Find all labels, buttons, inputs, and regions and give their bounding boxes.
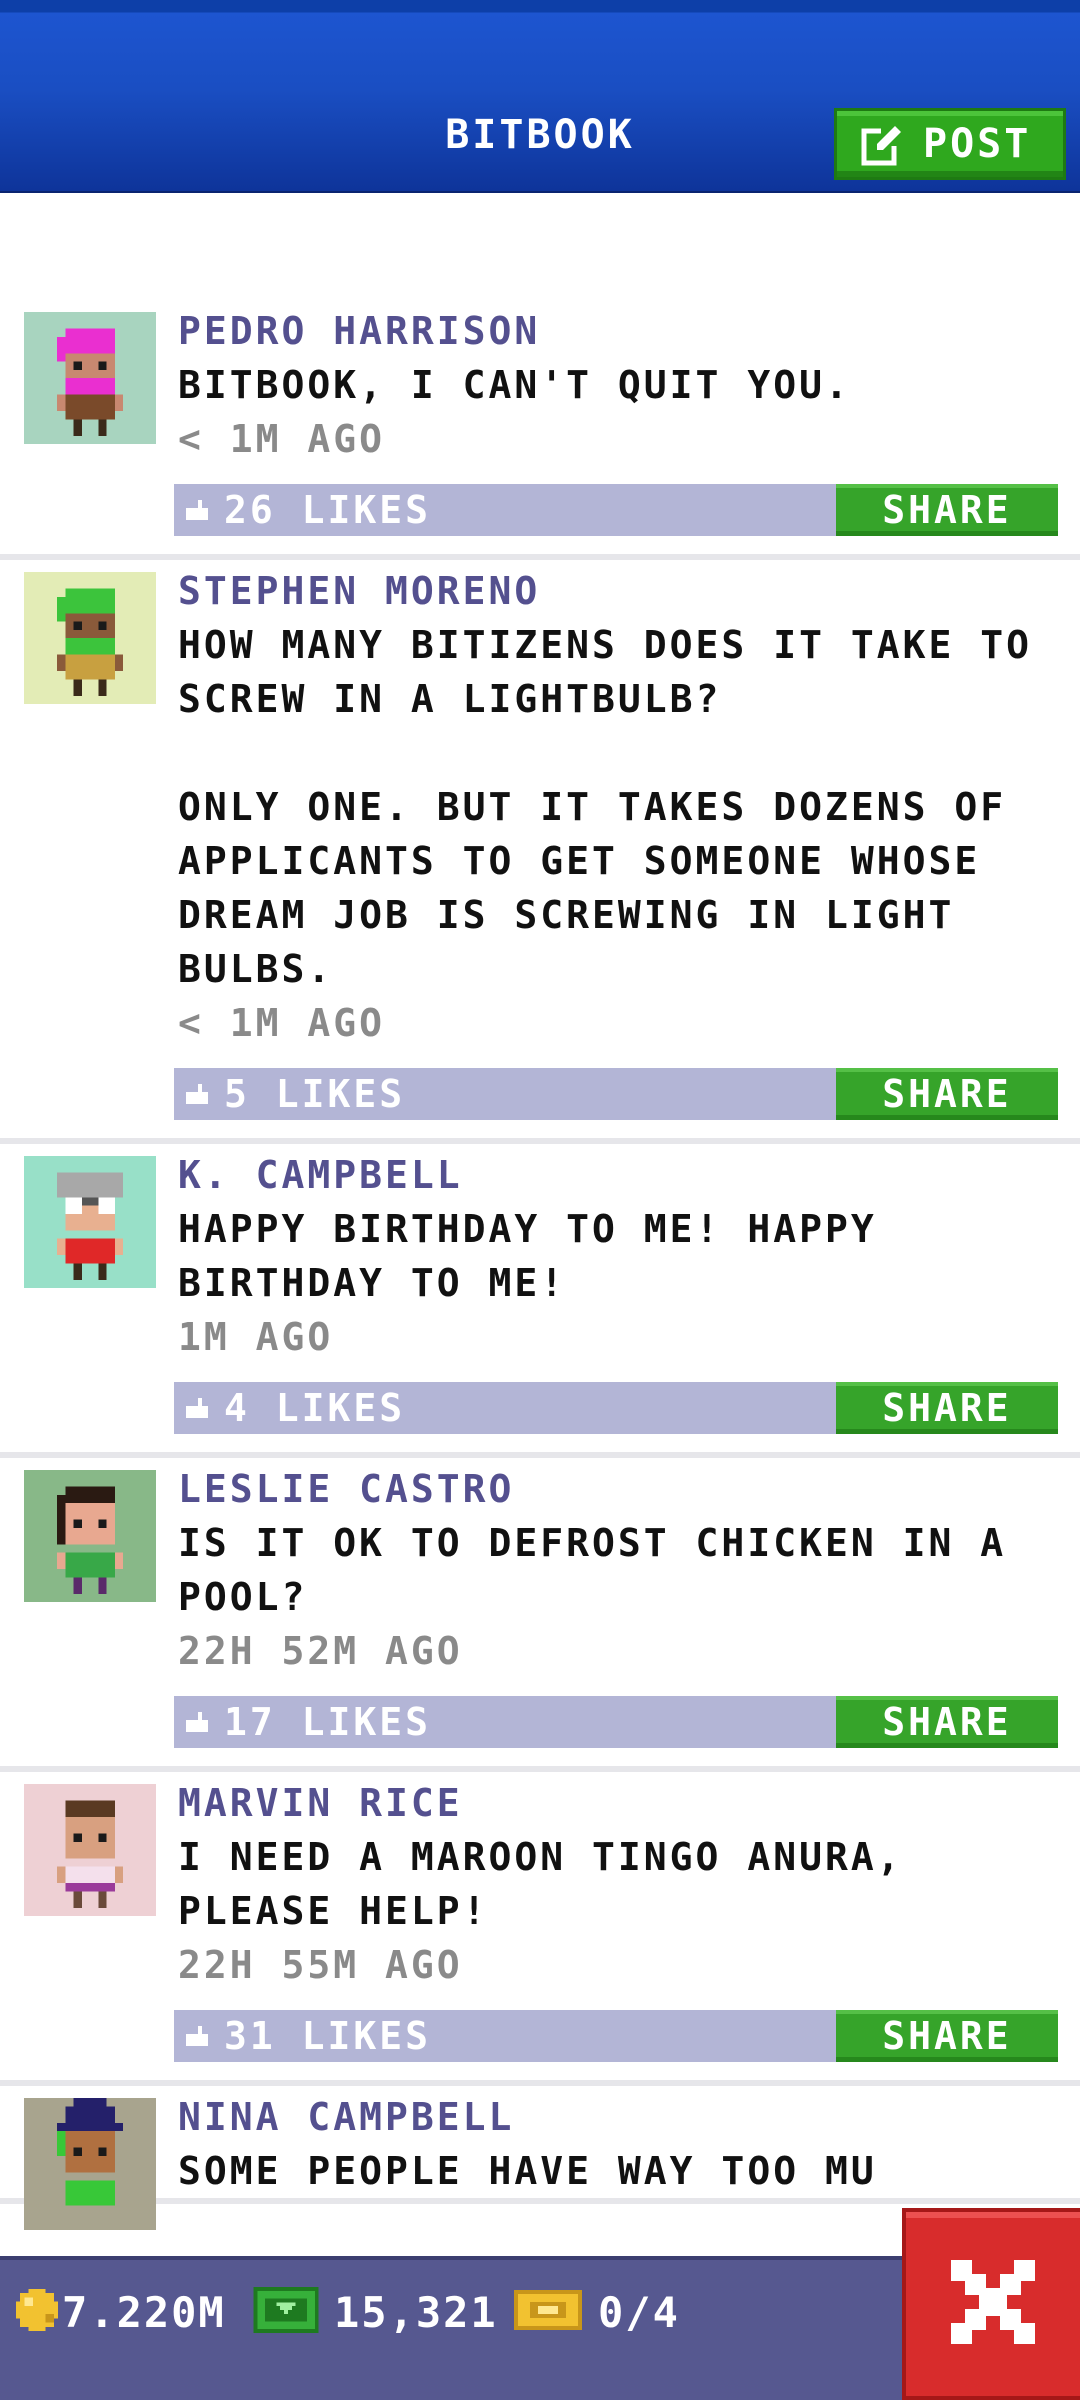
like-count: 17 LIKES [224,1700,432,1744]
post-content: PEDRO HARRISON BITBOOK, I CAN'T QUIT YOU… [174,300,1058,536]
share-button[interactable]: SHARE [836,1696,1058,1748]
share-button[interactable]: SHARE [836,2010,1058,2062]
tickets-value: 0/4 [598,2287,680,2337]
bux-value: 15,321 [334,2287,498,2337]
feed-post: MARVIN RICE I NEED A MAROON TINGO ANURA,… [0,1772,1080,2086]
feed-post: STEPHEN MORENO HOW MANY BITIZENS DOES IT… [0,560,1080,1144]
like-bar[interactable]: 26 LIKES SHARE [174,484,1058,536]
like-bar[interactable]: 4 LIKES SHARE [174,1382,1058,1434]
post-timestamp: 1M AGO [178,1315,334,1359]
share-button[interactable]: SHARE [836,1068,1058,1120]
thumbs-up-icon [184,1080,212,1108]
post-timestamp: < 1M AGO [178,417,386,461]
coins-value: 7.220M [62,2287,226,2337]
avatar[interactable] [24,2098,156,2230]
coin-icon [16,2289,58,2335]
like-bar[interactable]: 17 LIKES SHARE [174,1696,1058,1748]
like-bar[interactable]: 31 LIKES SHARE [174,2010,1058,2062]
post-message: SOME PEOPLE HAVE WAY TOO MU [178,2149,877,2193]
thumbs-up-icon [184,1708,212,1736]
feed-post: PEDRO HARRISON BITBOOK, I CAN'T QUIT YOU… [0,300,1080,560]
post-content: LESLIE CASTRO IS IT OK TO DEFROST CHICKE… [174,1458,1058,1748]
post-message: HOW MANY BITIZENS DOES IT TAKE TO SCREW … [178,623,1032,991]
tickets-stat: 0/4 [514,2282,680,2342]
post-author[interactable]: LESLIE CASTRO [178,1462,1058,1516]
post-message: IS IT OK TO DEFROST CHICKEN IN A POOL? [178,1521,1032,1619]
bux-icon [252,2287,320,2337]
avatar[interactable] [24,1156,156,1288]
coins-stat: 7.220M [16,2282,226,2342]
post-message: BITBOOK, I CAN'T QUIT YOU. [178,363,851,407]
share-button[interactable]: SHARE [836,1382,1058,1434]
post-message: HAPPY BIRTHDAY TO ME! HAPPY BIRTHDAY TO … [178,1207,903,1305]
post-content: NINA CAMPBELL SOME PEOPLE HAVE WAY TOO M… [178,2086,1058,2198]
feed-post: NINA CAMPBELL SOME PEOPLE HAVE WAY TOO M… [0,2086,1080,2230]
post-feed: PEDRO HARRISON BITBOOK, I CAN'T QUIT YOU… [0,300,1080,2230]
avatar[interactable] [24,312,156,444]
post-content: STEPHEN MORENO HOW MANY BITIZENS DOES IT… [174,560,1058,1120]
ticket-icon [514,2289,582,2335]
post-button-label: POST [923,121,1032,167]
post-content: MARVIN RICE I NEED A MAROON TINGO ANURA,… [174,1772,1058,2062]
like-bar[interactable]: 5 LIKES SHARE [174,1068,1058,1120]
post-timestamp: 22H 52M AGO [178,1629,463,1673]
feed-post: LESLIE CASTRO IS IT OK TO DEFROST CHICKE… [0,1458,1080,1772]
post-author[interactable]: MARVIN RICE [178,1776,1058,1830]
avatar[interactable] [24,1470,156,1602]
post-content: K. CAMPBELL HAPPY BIRTHDAY TO ME! HAPPY … [174,1144,1058,1434]
thumbs-up-icon [184,1394,212,1422]
post-timestamp: < 1M AGO [178,1001,386,1045]
bux-stat: 15,321 [252,2282,498,2342]
thumbs-up-icon [184,2022,212,2050]
close-button[interactable] [902,2208,1080,2400]
like-count: 31 LIKES [224,2014,432,2058]
avatar[interactable] [24,572,156,704]
edit-icon [861,122,905,166]
post-message: I NEED A MAROON TINGO ANURA, PLEASE HELP… [178,1835,929,1933]
post-button[interactable]: POST [834,108,1066,180]
post-author[interactable]: PEDRO HARRISON [178,304,1058,358]
close-icon [951,2260,1035,2348]
post-author[interactable]: STEPHEN MORENO [178,564,1058,618]
avatar[interactable] [24,1784,156,1916]
post-author[interactable]: K. CAMPBELL [178,1148,1058,1202]
share-button[interactable]: SHARE [836,484,1058,536]
like-count: 26 LIKES [224,488,432,532]
thumbs-up-icon [184,496,212,524]
feed-post: K. CAMPBELL HAPPY BIRTHDAY TO ME! HAPPY … [0,1144,1080,1458]
bitbook-app: BITBOOK POST PEDRO HARRISON BITBOOK, I C… [0,0,1080,2400]
post-author[interactable]: NINA CAMPBELL [178,2090,1058,2144]
app-header: BITBOOK POST [0,0,1080,193]
like-count: 5 LIKES [224,1072,406,1116]
post-timestamp: 22H 55M AGO [178,1943,463,1987]
like-count: 4 LIKES [224,1386,406,1430]
